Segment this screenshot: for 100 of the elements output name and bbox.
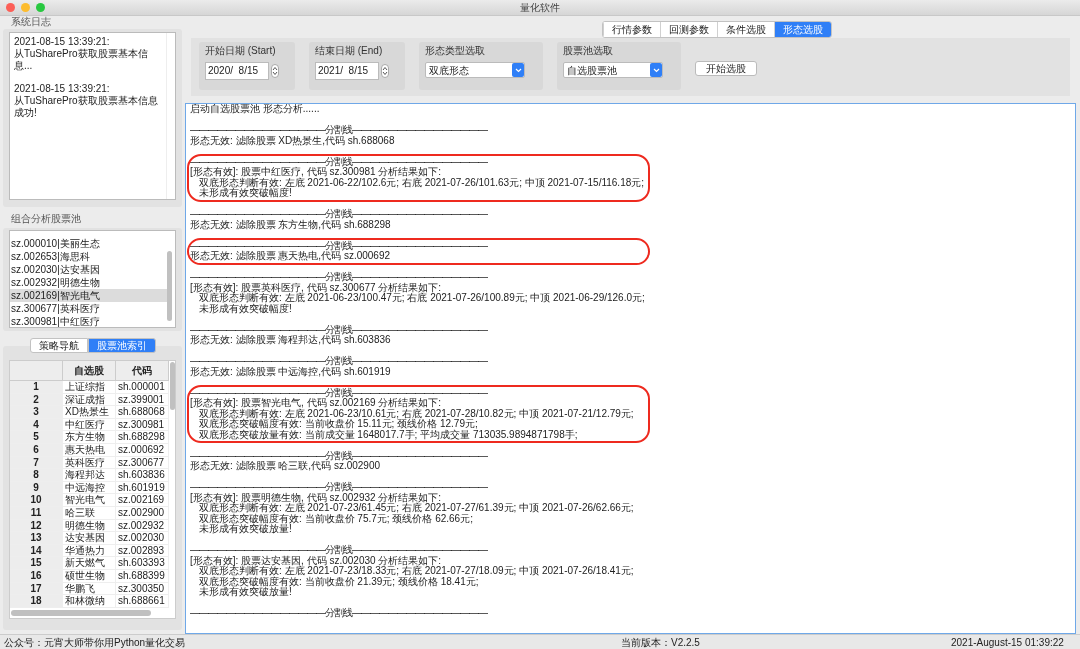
output-line: 双底形态判断有效: 左底 2021-07-23/18.33元; 右底 2021-07-27/18.09元; 中顶 2021-07-26/18.41元; xyxy=(199,566,634,576)
table-cell: sz.300677 xyxy=(116,456,169,470)
minimize-icon[interactable] xyxy=(21,3,30,12)
list-item[interactable]: sz.300981|中红医疗 xyxy=(10,315,167,327)
table-cell: 中远海控 xyxy=(63,481,116,495)
table-cell: sz.002030 xyxy=(116,532,169,545)
status-time: 2021-August-15 01:39:22 xyxy=(951,635,1064,649)
output-line: 双底形态突破幅度有效: 当前收盘价 15.11元; 颈线价格 12.79元; xyxy=(198,419,478,430)
version-text: 当前版本：V2.2.5 xyxy=(621,635,701,649)
row-number: 8 xyxy=(10,469,63,482)
row-number: 18 xyxy=(10,595,63,608)
output-line: 未形成有效突破幅度! xyxy=(198,303,292,314)
date-field[interactable]: 2021/ 8/15 xyxy=(315,62,379,80)
separator-line: ———————————————分割线——————————————— xyxy=(190,156,487,167)
table-cell: sz.002900 xyxy=(116,506,169,520)
table-cell: 达安基因 xyxy=(63,532,116,545)
table-cell: 东方生物 xyxy=(63,431,116,444)
separator-line: ———————————————分割线——————————————— xyxy=(190,545,487,555)
separator-line: ———————————————分割线——————————————— xyxy=(190,272,487,282)
table-cell: 硕世生物 xyxy=(63,569,116,583)
output-line: [形态有效]: 股票英科医疗, 代码 sz.300677 分析结果如下: xyxy=(190,282,442,293)
stepper-icon[interactable] xyxy=(271,64,279,78)
table-cell: 上证综指 xyxy=(63,381,116,394)
dropdown[interactable]: 自选股票池 xyxy=(563,62,663,78)
list-item[interactable]: sz.000010|美丽生态 xyxy=(10,237,167,250)
tab[interactable]: 股票池索引 xyxy=(87,338,156,353)
separator-line: ———————————————分割线——————————————— xyxy=(190,387,487,398)
column-header: 代码 xyxy=(116,361,169,381)
table-cell: 哈三联 xyxy=(63,506,116,520)
output-line: 形态无效: 滤除股票 XD热景生,代码 sh.688068 xyxy=(190,135,395,146)
date-field[interactable]: 2020/ 8/15 xyxy=(205,62,269,80)
table-cell: sz.002932 xyxy=(116,519,169,533)
table-cell: 华鹏飞 xyxy=(63,582,116,596)
scrollbar-thumb[interactable] xyxy=(170,362,175,410)
output-line: [形态有效]: 股票明德生物, 代码 sz.002932 分析结果如下: xyxy=(190,492,442,503)
table-cell: sh.688068 xyxy=(116,406,169,419)
table-cell: sh.688298 xyxy=(116,431,169,444)
column-header: 自选股 xyxy=(63,361,116,381)
output-line: 双底形态判断有效: 左底 2021-06-23/100.47元; 右底 2021-07-26/100.89元; 中顶 2021-06-29/126.0元; xyxy=(199,293,645,303)
caret-icon[interactable] xyxy=(650,63,662,77)
table-cell: 新天燃气 xyxy=(63,557,116,570)
maximize-icon[interactable] xyxy=(36,3,45,12)
tab[interactable]: 形态选股 xyxy=(774,22,831,37)
table-cell: sh.688661 xyxy=(116,595,169,608)
separator-line: ———————————————分割线——————————————— xyxy=(190,125,487,135)
table-cell: 英科医疗 xyxy=(63,456,116,470)
log-entry: 2021-08-15 13:39:21: 从TuSharePro获取股票基本信息成功! xyxy=(14,83,159,119)
table-cell: sz.399001 xyxy=(116,393,169,407)
row-number: 5 xyxy=(10,431,63,444)
field-label: 形态类型选取 xyxy=(425,45,486,57)
list-item[interactable]: sz.002169|智光电气 xyxy=(10,289,167,302)
table-cell: sh.688399 xyxy=(116,569,169,583)
row-number: 15 xyxy=(10,557,63,570)
table-cell: 智光电气 xyxy=(63,494,116,507)
list-item[interactable]: sz.002030|达安基因 xyxy=(10,263,167,276)
output-line: 未形成有效突破幅度! xyxy=(198,188,292,199)
field-label: 开始日期 (Start) xyxy=(205,45,277,57)
output-line: 未形成有效突破放量! xyxy=(198,587,292,598)
table-cell: sh.603393 xyxy=(116,557,169,570)
output-line: 形态无效: 滤除股票 海程邦达,代码 sh.603836 xyxy=(190,335,391,346)
list-item[interactable]: sz.002653|海思科 xyxy=(10,250,167,263)
table-cell: 和林微纳 xyxy=(63,595,116,608)
row-number: 3 xyxy=(10,406,63,419)
list-item[interactable]: sz.002932|明德生物 xyxy=(10,276,167,289)
section-label: 系统日志 xyxy=(10,16,52,29)
table-cell: 华通热力 xyxy=(63,544,116,558)
output-line: 形态无效: 滤除股票 惠天热电,代码 sz.000692 xyxy=(190,251,391,262)
output-line: 双底形态突破幅度有效: 当前收盘价 75.7元; 颈线价格 62.66元; xyxy=(198,513,473,524)
scrollbar-thumb[interactable] xyxy=(11,609,151,616)
table-cell: sz.002893 xyxy=(116,544,169,558)
output-line: 双底形态突破幅度有效: 当前收盘价 21.39元; 颈线价格 18.41元; xyxy=(198,576,479,587)
tab[interactable]: 策略导航 xyxy=(29,338,88,353)
output-line: 双底形态判断有效: 左底 2021-06-23/10.61元; 右底 2021-07-28/10.82元; 中顶 2021-07-21/12.79元; xyxy=(199,408,634,419)
caret-icon[interactable] xyxy=(512,63,524,77)
start-button[interactable]: 开始选股 xyxy=(695,61,757,76)
dropdown[interactable]: 双底形态 xyxy=(425,62,525,78)
stepper-icon[interactable] xyxy=(381,64,389,78)
separator-line: ———————————————分割线——————————————— xyxy=(190,608,487,619)
list-item[interactable]: sz.300677|英科医疗 xyxy=(10,302,167,315)
output-line: 启动自选股票池 形态分析...... xyxy=(190,104,321,115)
separator-line: ———————————————分割线——————————————— xyxy=(190,240,487,251)
output-line: 形态无效: 滤除股票 东方生物,代码 sh.688298 xyxy=(190,219,391,230)
separator-line: ———————————————分割线——————————————— xyxy=(190,482,487,493)
row-number: 1 xyxy=(10,381,63,394)
row-number: 10 xyxy=(10,494,63,507)
table-cell: XD热景生 xyxy=(63,406,116,419)
field-label: 结束日期 (End) xyxy=(315,45,384,57)
output-line: 双底形态判断有效: 左底 2021-07-23/61.45元; 右底 2021-07-27/61.39元; 中顶 2021-07-26/62.66元; xyxy=(199,503,634,513)
table-cell: 深证成指 xyxy=(63,393,116,407)
output-line: 形态无效: 滤除股票 中远海控,代码 sh.601919 xyxy=(190,366,391,377)
scrollbar-thumb[interactable] xyxy=(167,251,172,321)
output-line: 形态无效: 滤除股票 哈三联,代码 sz.002900 xyxy=(190,461,381,472)
output-line: [形态有效]: 股票智光电气, 代码 sz.002169 分析结果如下: xyxy=(190,398,442,408)
output-line: [形态有效]: 股票达安基因, 代码 sz.002030 分析结果如下: xyxy=(190,555,442,566)
table-cell: sz.000692 xyxy=(116,443,169,457)
table-cell: 明德生物 xyxy=(63,519,116,533)
output-line: 双底形态突破放量有效: 当前成交量 1648017.7手; 平均成交量 713035.9894871798手; xyxy=(198,429,578,440)
close-icon[interactable] xyxy=(6,3,15,12)
table-cell: sz.300350 xyxy=(116,582,169,596)
log-entry: 2021-08-15 13:39:21: 从TuSharePro获取股票基本信息... xyxy=(14,36,149,72)
